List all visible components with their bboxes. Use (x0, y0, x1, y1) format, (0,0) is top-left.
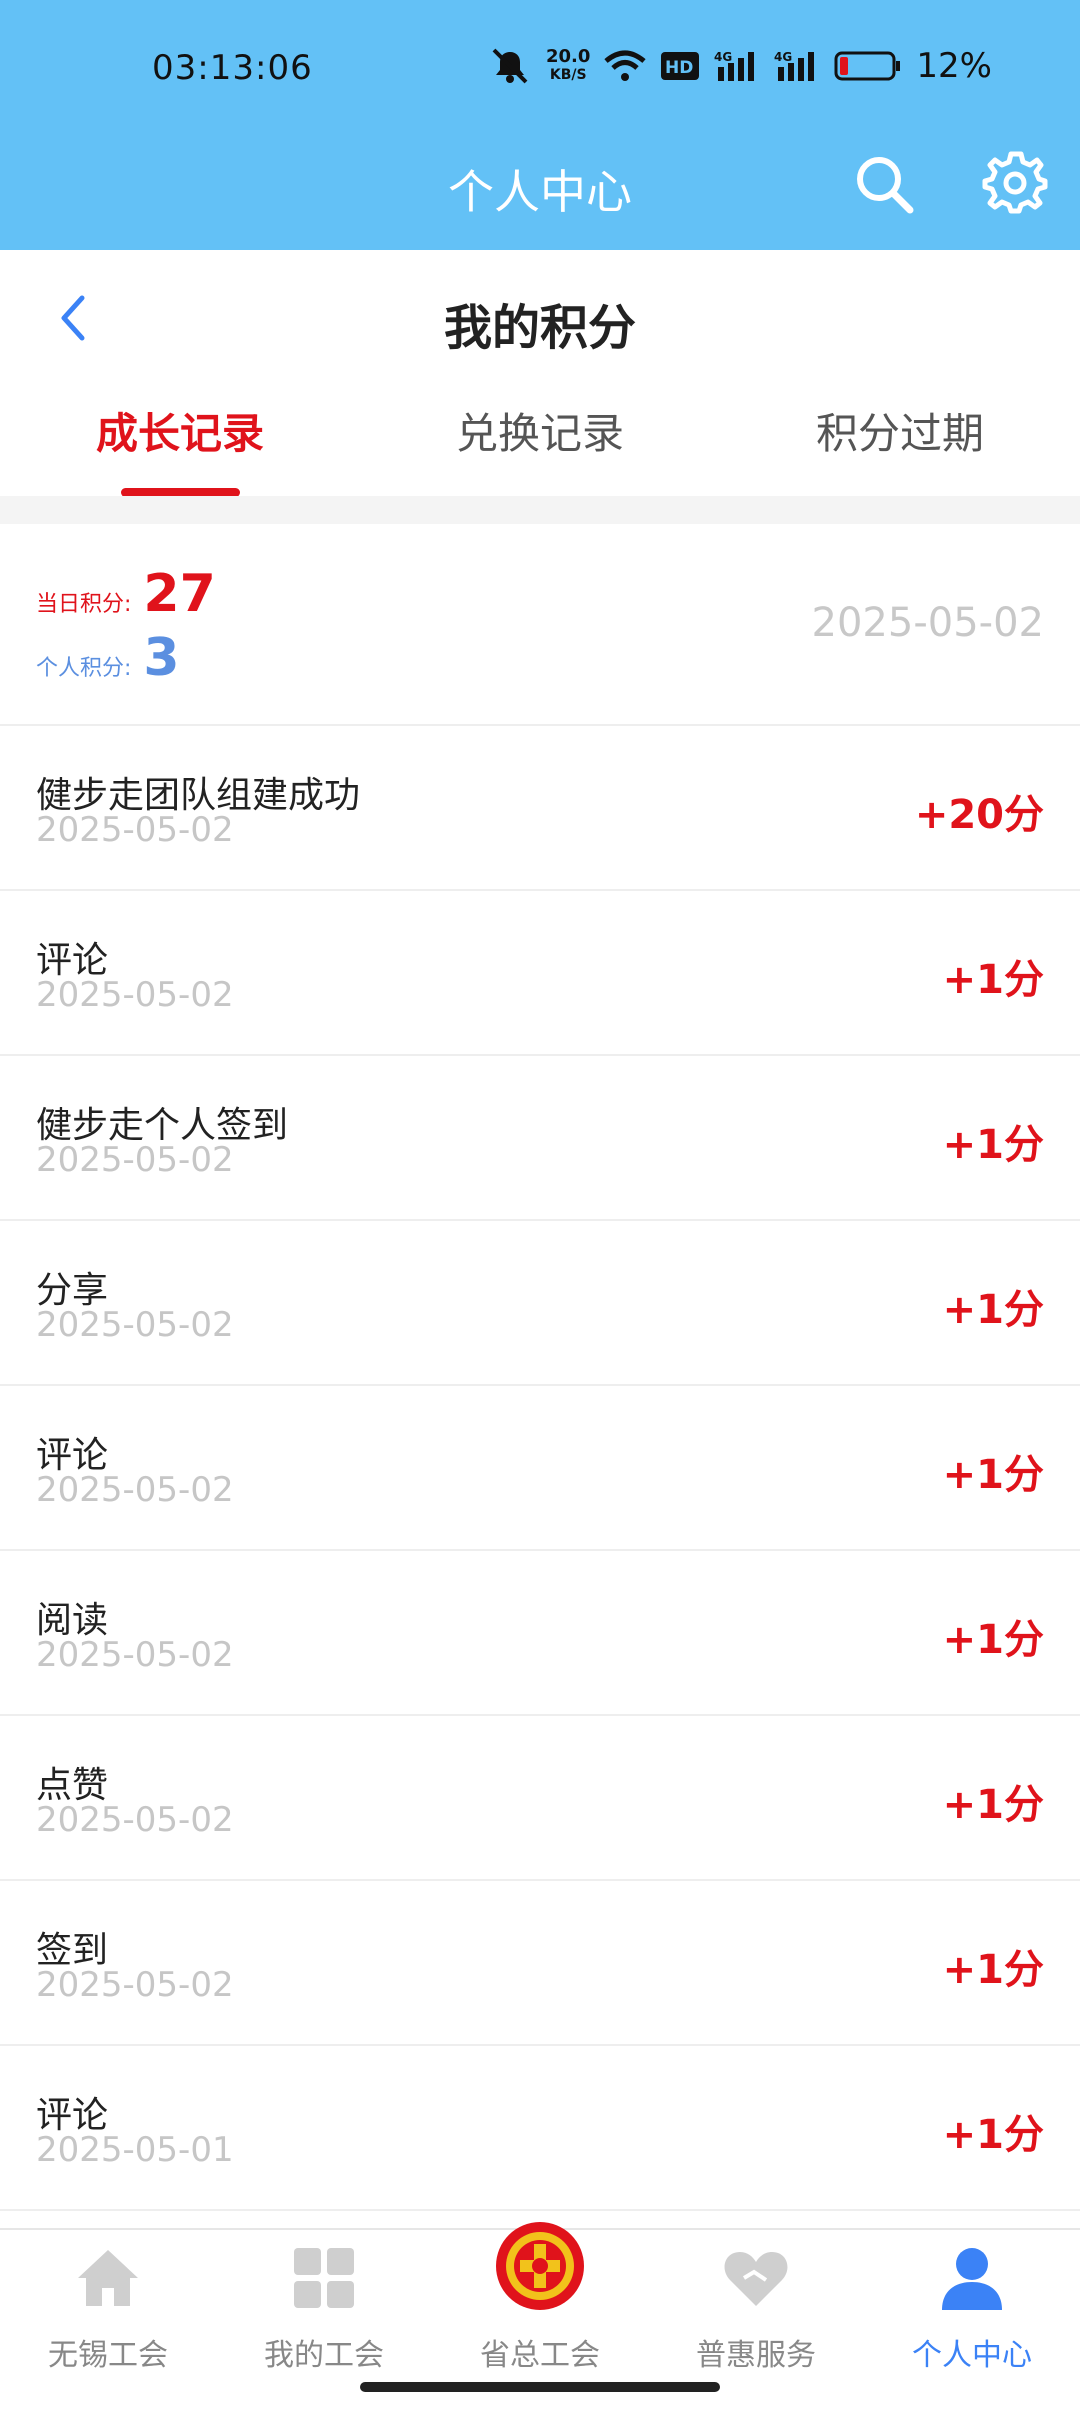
list-item: 评论 2025-05-02 +1分 (0, 1386, 1080, 1551)
svg-text:HD: HD (665, 58, 693, 78)
nav-label: 普惠服务 (696, 2338, 816, 2373)
grid-icon (294, 2248, 354, 2308)
network-speed: 20.0 KB/S (546, 46, 591, 84)
nav-label: 无锡工会 (48, 2338, 168, 2373)
record-date: 2025-05-02 (36, 1470, 234, 1510)
mute-bell-icon (492, 48, 528, 84)
daily-points-value: 27 (143, 564, 216, 624)
nav-my-union[interactable]: 我的工会 (216, 2230, 432, 2390)
points-header: 我的积分 成长记录 兑换记录 积分过期 (0, 250, 1080, 500)
section-divider (0, 496, 1080, 524)
record-points: +1分 (942, 957, 1044, 1003)
record-date: 2025-05-02 (36, 1635, 234, 1675)
nav-label: 省总工会 (480, 2338, 600, 2373)
home-indicator[interactable] (360, 2382, 720, 2392)
record-points: +1分 (942, 1287, 1044, 1333)
person-icon (942, 2248, 1002, 2310)
record-points: +1分 (942, 2112, 1044, 2158)
summary-date: 2025-05-02 (811, 600, 1044, 646)
daily-points: 当日积分: 27 (36, 564, 216, 624)
app-bar: 个人中心 (0, 120, 1080, 250)
list-item: 签到 2025-05-02 +1分 (0, 1881, 1080, 2046)
heart-icon (724, 2252, 788, 2306)
hd-icon: HD (661, 52, 700, 80)
nav-label: 个人中心 (912, 2338, 1032, 2373)
signal-4g-icon: 4G (714, 50, 755, 81)
list-item: 健步走团队组建成功 2025-05-02 +20分 (0, 726, 1080, 891)
record-date: 2025-05-02 (36, 1965, 234, 2005)
points-title: 我的积分 (443, 300, 636, 356)
list-item: 健步走个人签到 2025-05-02 +1分 (0, 1056, 1080, 1221)
battery-icon (834, 51, 901, 81)
record-points: +1分 (942, 1122, 1044, 1168)
list-item: 评论 2025-05-02 +1分 (0, 891, 1080, 1056)
record-date: 2025-05-02 (36, 975, 234, 1015)
tab-growth-records[interactable]: 成长记录 (0, 400, 360, 461)
wifi-icon (604, 50, 647, 81)
personal-points-label: 个人积分: (36, 656, 132, 681)
record-date: 2025-05-01 (36, 2130, 234, 2170)
record-points: +1分 (942, 1782, 1044, 1828)
personal-points: 个人积分: 3 (36, 628, 180, 688)
record-date: 2025-05-02 (36, 810, 234, 850)
list-item: 评论 2025-05-01 +1分 (0, 2046, 1080, 2211)
status-icons: 20.0 KB/S HD 4G 4G 12% (488, 46, 992, 86)
home-icon (78, 2250, 138, 2306)
tab-exchange-records[interactable]: 兑换记录 (360, 400, 720, 461)
tab-points-expired[interactable]: 积分过期 (720, 400, 1080, 461)
nav-benefit-service[interactable]: 普惠服务 (648, 2230, 864, 2390)
nav-label: 我的工会 (264, 2338, 384, 2373)
record-date: 2025-05-02 (36, 1140, 234, 1180)
record-points: +20分 (914, 792, 1044, 838)
search-icon[interactable] (852, 152, 916, 216)
nav-wuxi-union[interactable]: 无锡工会 (0, 2230, 216, 2390)
list-item: 分享 2025-05-02 +1分 (0, 1221, 1080, 1386)
record-points: +1分 (942, 1947, 1044, 1993)
record-date: 2025-05-02 (36, 1305, 234, 1345)
list-item: 阅读 2025-05-02 +1分 (0, 1551, 1080, 1716)
status-bar: 03:13:06 20.0 KB/S HD 4G 4G 12% (0, 0, 1080, 120)
nav-provincial-union[interactable]: 省总工会 (432, 2222, 648, 2390)
signal-4g-icon-2: 4G (774, 50, 815, 81)
record-points: +1分 (942, 1452, 1044, 1498)
status-time: 03:13:06 (152, 48, 313, 88)
gear-icon[interactable] (982, 150, 1048, 216)
personal-points-value: 3 (143, 628, 180, 688)
daily-points-label: 当日积分: (36, 592, 132, 617)
record-points: +1分 (942, 1617, 1044, 1663)
battery-percent: 12% (916, 46, 992, 86)
record-date: 2025-05-02 (36, 1800, 234, 1840)
records-list: 健步走团队组建成功 2025-05-02 +20分 评论 2025-05-02 … (0, 726, 1080, 2211)
nav-personal-center[interactable]: 个人中心 (864, 2230, 1080, 2390)
svg-text:4G: 4G (714, 50, 732, 64)
list-item: 点赞 2025-05-02 +1分 (0, 1716, 1080, 1881)
union-emblem-icon (496, 2222, 584, 2310)
tab-bar: 成长记录 兑换记录 积分过期 (0, 400, 1080, 500)
page-title: 个人中心 (448, 165, 632, 219)
svg-text:4G: 4G (774, 50, 792, 64)
points-summary: 当日积分: 27 个人积分: 3 2025-05-02 (0, 524, 1080, 726)
